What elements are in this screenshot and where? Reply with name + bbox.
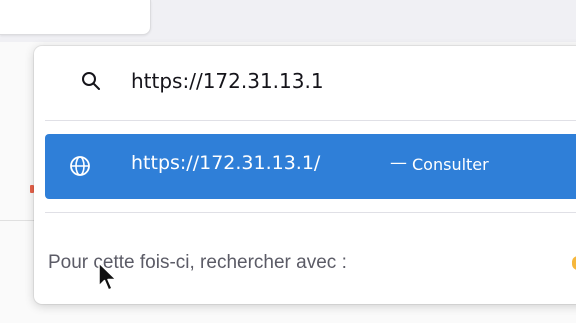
divider <box>45 120 576 121</box>
urlbar-dropdown: https://172.31.13.1/ — Consulter Pour ce… <box>34 46 576 304</box>
suggestion-action-label: Consulter <box>412 155 489 174</box>
browser-tab[interactable] <box>0 0 151 35</box>
suggestion-visit-url[interactable]: https://172.31.13.1/ — Consulter <box>45 134 576 199</box>
suggestion-separator: — <box>390 153 407 173</box>
one-off-search-label: Pour cette fois-ci, rechercher avec : <box>48 252 347 273</box>
search-engine-icon[interactable] <box>572 256 576 270</box>
browser-toolbar <box>0 0 576 42</box>
globe-icon <box>69 155 91 177</box>
url-input[interactable] <box>131 64 551 98</box>
search-icon <box>81 71 101 91</box>
suggestion-url: https://172.31.13.1/ <box>131 152 321 174</box>
url-input-row <box>34 46 576 116</box>
divider <box>45 212 576 213</box>
